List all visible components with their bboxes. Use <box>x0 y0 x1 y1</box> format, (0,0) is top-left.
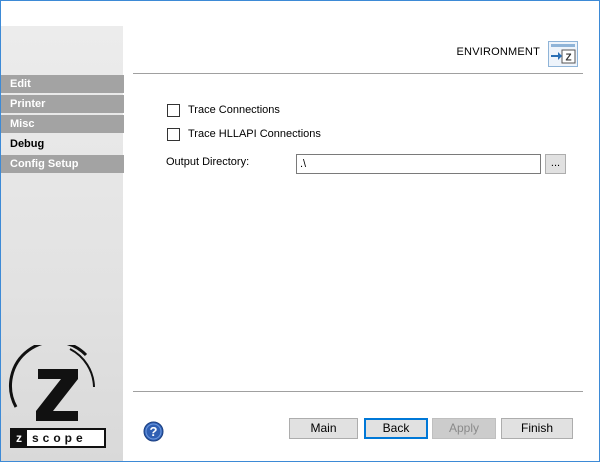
browse-button[interactable]: ... <box>545 154 566 174</box>
trace-connections-row[interactable]: Trace Connections <box>167 102 280 118</box>
trace-connections-label: Trace Connections <box>188 104 280 116</box>
sidebar-item-debug[interactable]: Debug <box>1 135 124 153</box>
sidebar-item-config-setup[interactable]: Config Setup <box>1 155 124 173</box>
svg-text:?: ? <box>150 424 158 439</box>
sidebar-item-misc[interactable]: Misc <box>1 115 124 133</box>
finish-button[interactable]: Finish <box>501 418 573 439</box>
sidebar-item-edit[interactable]: Edit <box>1 75 124 93</box>
zscope-logo: z scope <box>9 345 106 448</box>
output-directory-label: Output Directory: <box>166 156 250 168</box>
output-directory-input[interactable] <box>296 154 541 174</box>
footer-divider <box>133 391 583 392</box>
environment-icon: Z <box>548 41 578 67</box>
question-icon[interactable]: ? <box>143 421 164 442</box>
trace-connections-checkbox[interactable] <box>167 103 180 117</box>
sidebar-item-printer[interactable]: Printer <box>1 95 124 113</box>
back-button[interactable]: Back <box>364 418 428 439</box>
svg-text:z: z <box>16 431 22 445</box>
page-title: ENVIRONMENT <box>456 46 540 58</box>
header-divider <box>133 73 583 74</box>
apply-button[interactable]: Apply <box>432 418 496 439</box>
svg-text:scope: scope <box>32 431 87 445</box>
svg-text:Z: Z <box>565 53 571 64</box>
trace-hllapi-checkbox[interactable] <box>167 127 180 141</box>
trace-hllapi-label: Trace HLLAPI Connections <box>188 128 321 140</box>
title-strip <box>1 1 599 26</box>
trace-hllapi-row[interactable]: Trace HLLAPI Connections <box>167 126 321 142</box>
main-button[interactable]: Main <box>289 418 358 439</box>
